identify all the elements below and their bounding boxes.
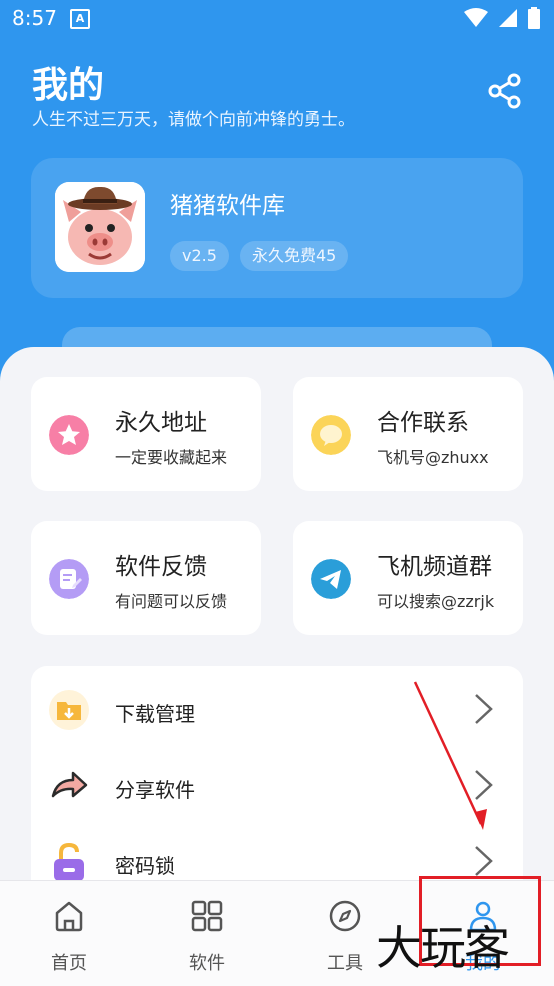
status-icons [464, 7, 540, 29]
wifi-icon [464, 8, 488, 27]
download-folder-icon [49, 690, 89, 730]
card-permanent-address[interactable]: 永久地址 一定要收藏起来 [31, 377, 261, 491]
share-icon [488, 73, 521, 109]
card-title: 合作联系 [377, 410, 469, 436]
annotation-arrow [413, 681, 487, 830]
card-telegram-channel[interactable]: 飞机频道群 可以搜索@zzrjk [293, 521, 523, 635]
page-subtitle: 人生不过三万天，请做个向前冲锋的勇士。 [32, 110, 355, 130]
app-name: 猪猪软件库 [170, 193, 285, 219]
star-icon [49, 415, 89, 455]
app-avatar [55, 182, 145, 272]
battery-icon [528, 7, 540, 29]
notification-icon: A [70, 9, 90, 29]
profile-card[interactable]: 猪猪软件库 v2.5 永久免费45 [31, 158, 523, 298]
chevron-right-icon [475, 846, 493, 876]
share-button[interactable] [486, 72, 524, 110]
status-bar: 8:57 A [0, 0, 554, 36]
license-badge: 永久免费45 [240, 241, 349, 271]
compass-icon [329, 900, 361, 932]
apps-grid-icon [191, 900, 223, 932]
nav-home[interactable]: 首页 [0, 881, 138, 986]
list-item-label: 密码锁 [115, 854, 175, 878]
card-subtitle: 飞机号@zhuxx [377, 448, 489, 467]
feedback-icon [49, 559, 89, 599]
list-item-label: 分享软件 [115, 778, 195, 802]
card-title: 永久地址 [115, 410, 207, 436]
nav-label: 首页 [51, 953, 87, 974]
share-arrow-icon [51, 771, 88, 798]
page-title: 我的 [32, 65, 105, 106]
signal-icon [499, 9, 517, 27]
nav-software[interactable]: 软件 [138, 881, 276, 986]
card-title: 飞机频道群 [377, 554, 492, 580]
home-icon [55, 901, 83, 932]
card-feedback[interactable]: 软件反馈 有问题可以反馈 [31, 521, 261, 635]
card-subtitle: 有问题可以反馈 [115, 592, 228, 611]
watermark-text: 大玩客 [376, 921, 510, 975]
card-contact[interactable]: 合作联系 飞机号@zhuxx [293, 377, 523, 491]
card-subtitle: 可以搜索@zzrjk [377, 592, 495, 611]
telegram-icon [311, 559, 351, 599]
card-subtitle: 一定要收藏起来 [115, 448, 228, 467]
lock-icon [54, 842, 84, 881]
list-item-label: 下载管理 [115, 702, 195, 726]
pig-logo-icon [55, 182, 145, 272]
card-title: 软件反馈 [115, 554, 207, 580]
nav-label: 软件 [189, 953, 225, 974]
status-time: 8:57 [12, 6, 57, 30]
version-badge: v2.5 [170, 241, 229, 271]
chat-icon [311, 415, 351, 455]
